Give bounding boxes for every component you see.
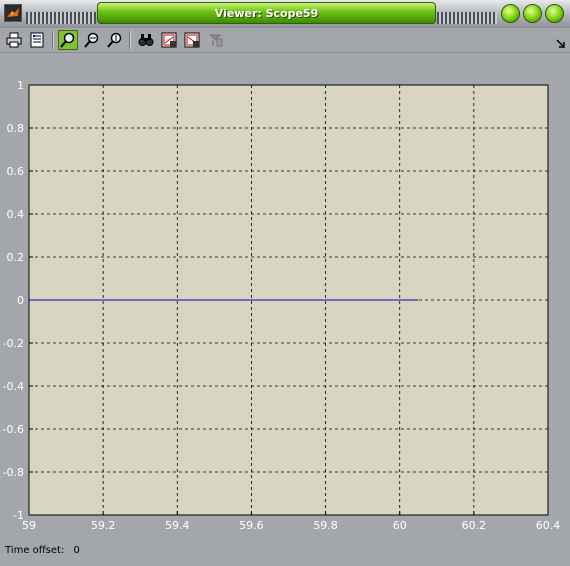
y-tick-label: -1 [13,509,24,522]
x-tick-label: 59.2 [91,519,116,532]
dock-arrow-icon[interactable] [556,34,566,48]
title-grip-left [26,12,96,24]
window-title: Viewer: Scope59 [97,2,436,24]
save-axes-icon [161,32,177,48]
autoscale-button[interactable] [136,30,156,50]
y-tick-label: -0.6 [3,423,24,436]
toolbar-separator [52,31,54,49]
plot-svg[interactable]: 59 59.2 59.4 59.6 59.8 60 60.2 60.4 1 0.8 0.6 0.4 0.… [0,53,570,533]
time-offset-label: Time offset: [5,545,65,556]
x-tick-label: 59 [22,519,36,532]
x-tick-label: 59.6 [239,519,264,532]
toolbar [0,28,570,53]
zoom-y-icon [107,32,122,48]
zoom-icon [60,32,75,48]
save-axes-button[interactable] [159,30,179,50]
scope-viewer-window: Viewer: Scope59 59 59.2 59.4 59.6 59.8 6… [0,0,570,566]
toolbar-separator [129,31,131,49]
autoscale-icon [138,34,154,46]
x-tick-label: 60.2 [462,519,487,532]
print-button[interactable] [4,30,24,50]
floating-scope-icon [208,34,223,47]
restore-axes-icon [184,32,200,48]
y-tick-label: -0.8 [3,466,24,479]
y-tick-label: 0.6 [7,165,25,178]
floating-scope-button[interactable] [206,30,226,50]
print-icon [6,32,22,48]
y-tick-label: -0.2 [3,337,24,350]
zoom-x-button[interactable] [82,30,102,50]
title-bar[interactable]: Viewer: Scope59 [0,0,570,29]
scope-plot[interactable]: 59 59.2 59.4 59.6 59.8 60 60.2 60.4 1 0.8 0.6 0.4 0.… [0,53,570,566]
x-tick-label: 59.4 [165,519,190,532]
matlab-logo-icon[interactable] [4,4,22,22]
y-tick-label: 0.2 [7,251,25,264]
parameters-button[interactable] [27,30,47,50]
x-tick-label: 60 [393,519,407,532]
maximize-button[interactable] [523,4,542,23]
title-grip-right [437,12,497,24]
restore-axes-button[interactable] [182,30,202,50]
minimize-button[interactable] [501,4,520,23]
x-tick-label: 59.8 [313,519,338,532]
y-tick-label: 0.4 [7,208,25,221]
y-tick-label: 0 [17,294,24,307]
zoom-button[interactable] [58,30,78,50]
parameters-icon [30,32,44,48]
y-tick-label: 0.8 [7,122,25,135]
time-offset-value: 0 [73,545,80,556]
zoom-y-button[interactable] [105,30,125,50]
zoom-x-icon [84,32,99,48]
y-tick-label: -0.4 [3,380,24,393]
y-tick-label: 1 [17,79,24,92]
close-button[interactable] [545,4,564,23]
status-bar: Time offset: 0 [5,545,86,556]
x-tick-label: 60.4 [536,519,561,532]
